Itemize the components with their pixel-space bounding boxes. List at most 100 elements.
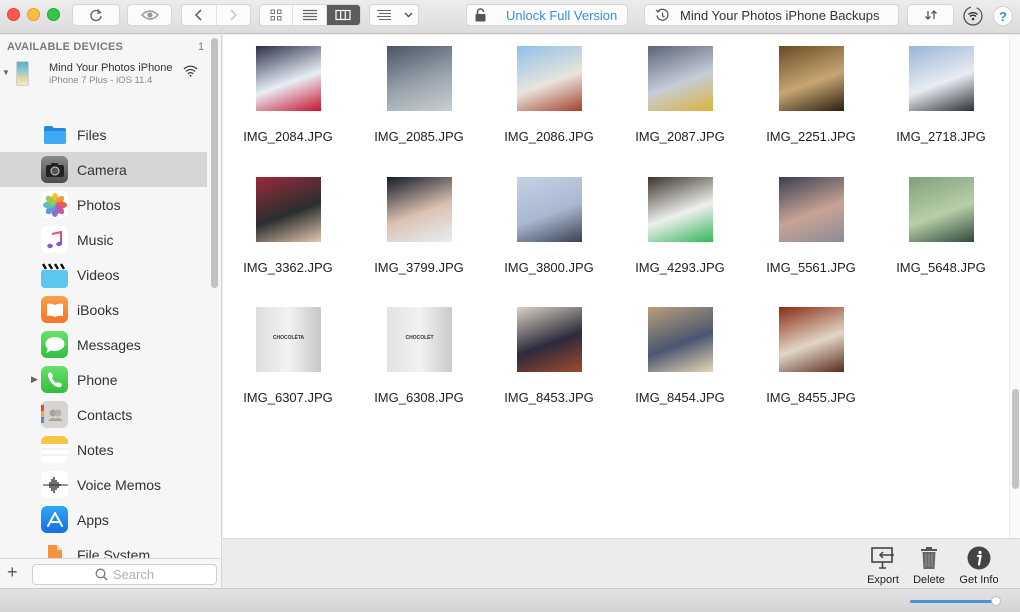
sidebar-item-music[interactable]: Music <box>0 222 207 257</box>
file-item[interactable]: IMG_3362.JPG <box>228 177 348 287</box>
file-item[interactable]: IMG_2718.JPG <box>881 46 1001 156</box>
file-item[interactable]: IMG_2251.JPG <box>751 46 871 156</box>
unlock-label: Unlock Full Version <box>506 7 618 23</box>
photo-thumbnail[interactable] <box>779 46 844 111</box>
photo-thumbnail[interactable] <box>256 46 321 111</box>
photo-thumbnail[interactable] <box>648 177 713 242</box>
sidebar-item-photos[interactable]: Photos <box>0 187 207 222</box>
photo-thumbnail[interactable] <box>909 46 974 111</box>
sidebar-search-input[interactable]: Search <box>32 564 217 585</box>
file-item[interactable]: IMG_2086.JPG <box>489 46 609 156</box>
expand-arrow-icon[interactable]: ▶ <box>31 374 38 385</box>
sort-options-dropdown[interactable] <box>369 4 419 26</box>
file-item[interactable]: CHOCOLÉT IMG_6308.JPG <box>359 307 479 417</box>
file-item[interactable]: IMG_5648.JPG <box>881 177 1001 287</box>
photo-thumbnail[interactable] <box>648 46 713 111</box>
sidebar-item-label: Apps <box>77 511 109 528</box>
zoom-window-button[interactable] <box>47 8 60 21</box>
file-item[interactable]: CHOCOLÉTA IMG_6307.JPG <box>228 307 348 417</box>
help-button[interactable]: ? <box>993 6 1013 26</box>
file-name: IMG_2718.JPG <box>896 129 986 144</box>
camera-icon <box>41 156 68 183</box>
photo-thumbnail[interactable] <box>517 307 582 372</box>
photo-thumbnail[interactable] <box>909 177 974 242</box>
zoom-slider-track[interactable] <box>910 600 998 603</box>
device-item[interactable]: ▼ Mind Your Photos iPhone iPhone 7 Plus … <box>0 57 207 93</box>
photo-thumbnail[interactable]: CHOCOLÉT <box>387 307 452 372</box>
list-view-button[interactable] <box>293 5 327 25</box>
export-button[interactable]: Export <box>858 545 908 586</box>
file-name: IMG_2084.JPG <box>243 129 333 144</box>
sidebar-item-messages[interactable]: Messages <box>0 327 207 362</box>
file-name: IMG_2086.JPG <box>504 129 594 144</box>
content-scrollbar[interactable] <box>1009 35 1020 538</box>
photo-thumbnail[interactable] <box>256 177 321 242</box>
photo-thumbnail[interactable] <box>517 177 582 242</box>
sidebar-item-label: Voice Memos <box>77 476 162 493</box>
sidebar-item-label: Contacts <box>77 406 133 423</box>
zoom-slider-knob[interactable] <box>991 596 1001 606</box>
get-info-button[interactable]: Get Info <box>954 545 1004 586</box>
file-item[interactable]: IMG_3800.JPG <box>489 177 609 287</box>
file-name: IMG_2085.JPG <box>374 129 464 144</box>
photo-thumbnail[interactable] <box>779 307 844 372</box>
sync-transfer-button[interactable] <box>907 4 954 26</box>
delete-label: Delete <box>913 574 945 586</box>
sidebar-item-phone[interactable]: ▶ Phone <box>0 362 207 397</box>
lock-icon <box>475 8 486 22</box>
photo-thumbnail[interactable] <box>387 177 452 242</box>
photo-thumbnail[interactable]: CHOCOLÉTA <box>256 307 321 372</box>
eye-icon <box>140 10 159 20</box>
sidebar-item-ibooks[interactable]: iBooks <box>0 292 207 327</box>
photo-thumbnail[interactable] <box>648 307 713 372</box>
quick-look-button[interactable] <box>127 4 172 26</box>
disclosure-triangle-icon[interactable]: ▼ <box>2 68 10 77</box>
minimize-window-button[interactable] <box>27 8 40 21</box>
content-scrollbar-thumb[interactable] <box>1012 389 1019 489</box>
sidebar-item-label: iBooks <box>77 301 120 318</box>
file-item[interactable]: IMG_5561.JPG <box>751 177 871 287</box>
messages-icon <box>41 331 68 358</box>
file-item[interactable]: IMG_2085.JPG <box>359 46 479 156</box>
sidebar-item-notes[interactable]: Notes <box>0 432 207 467</box>
sidebar-item-camera[interactable]: Camera <box>0 152 207 187</box>
sidebar-item-voice-memos[interactable]: Voice Memos <box>0 467 207 502</box>
navigation-buttons <box>181 4 251 26</box>
photo-thumbnail[interactable] <box>517 46 582 111</box>
file-item[interactable]: IMG_8455.JPG <box>751 307 871 417</box>
sidebar-item-files[interactable]: Files <box>0 117 207 152</box>
back-button[interactable] <box>182 5 217 25</box>
file-item[interactable]: IMG_2087.JPG <box>620 46 740 156</box>
file-item[interactable]: IMG_4293.JPG <box>620 177 740 287</box>
sidebar-scrollbar-thumb[interactable] <box>211 38 218 288</box>
add-button[interactable]: + <box>7 563 18 581</box>
refresh-button[interactable] <box>72 4 120 26</box>
export-icon <box>871 547 894 569</box>
column-view-button[interactable] <box>326 5 360 25</box>
file-item[interactable]: IMG_8454.JPG <box>620 307 740 417</box>
status-bar <box>0 588 1020 612</box>
photo-thumbnail[interactable] <box>387 46 452 111</box>
export-label: Export <box>867 574 899 586</box>
sidebar-scrollbar[interactable] <box>210 35 219 290</box>
file-name: IMG_2251.JPG <box>766 129 856 144</box>
chevron-right-icon <box>230 9 238 21</box>
file-item[interactable]: IMG_2084.JPG <box>228 46 348 156</box>
sidebar-item-label: Messages <box>77 336 141 353</box>
forward-button[interactable] <box>217 5 251 25</box>
file-name: IMG_8453.JPG <box>504 390 594 405</box>
wifi-sync-button[interactable] <box>962 5 984 27</box>
photo-thumbnail[interactable] <box>779 177 844 242</box>
unlock-full-version-button[interactable]: Unlock Full Version <box>466 4 628 26</box>
delete-button[interactable]: Delete <box>904 545 954 586</box>
sidebar-item-videos[interactable]: Videos <box>0 257 207 292</box>
file-item[interactable]: IMG_3799.JPG <box>359 177 479 287</box>
close-window-button[interactable] <box>7 8 20 21</box>
notes-icon <box>41 436 68 463</box>
icon-view-button[interactable] <box>260 5 294 25</box>
sidebar-item-contacts[interactable]: Contacts <box>0 397 207 432</box>
backups-button[interactable]: Mind Your Photos iPhone Backups <box>644 4 899 26</box>
file-item[interactable]: IMG_8453.JPG <box>489 307 609 417</box>
file-name: IMG_8455.JPG <box>766 390 856 405</box>
sidebar-item-apps[interactable]: Apps <box>0 502 207 537</box>
